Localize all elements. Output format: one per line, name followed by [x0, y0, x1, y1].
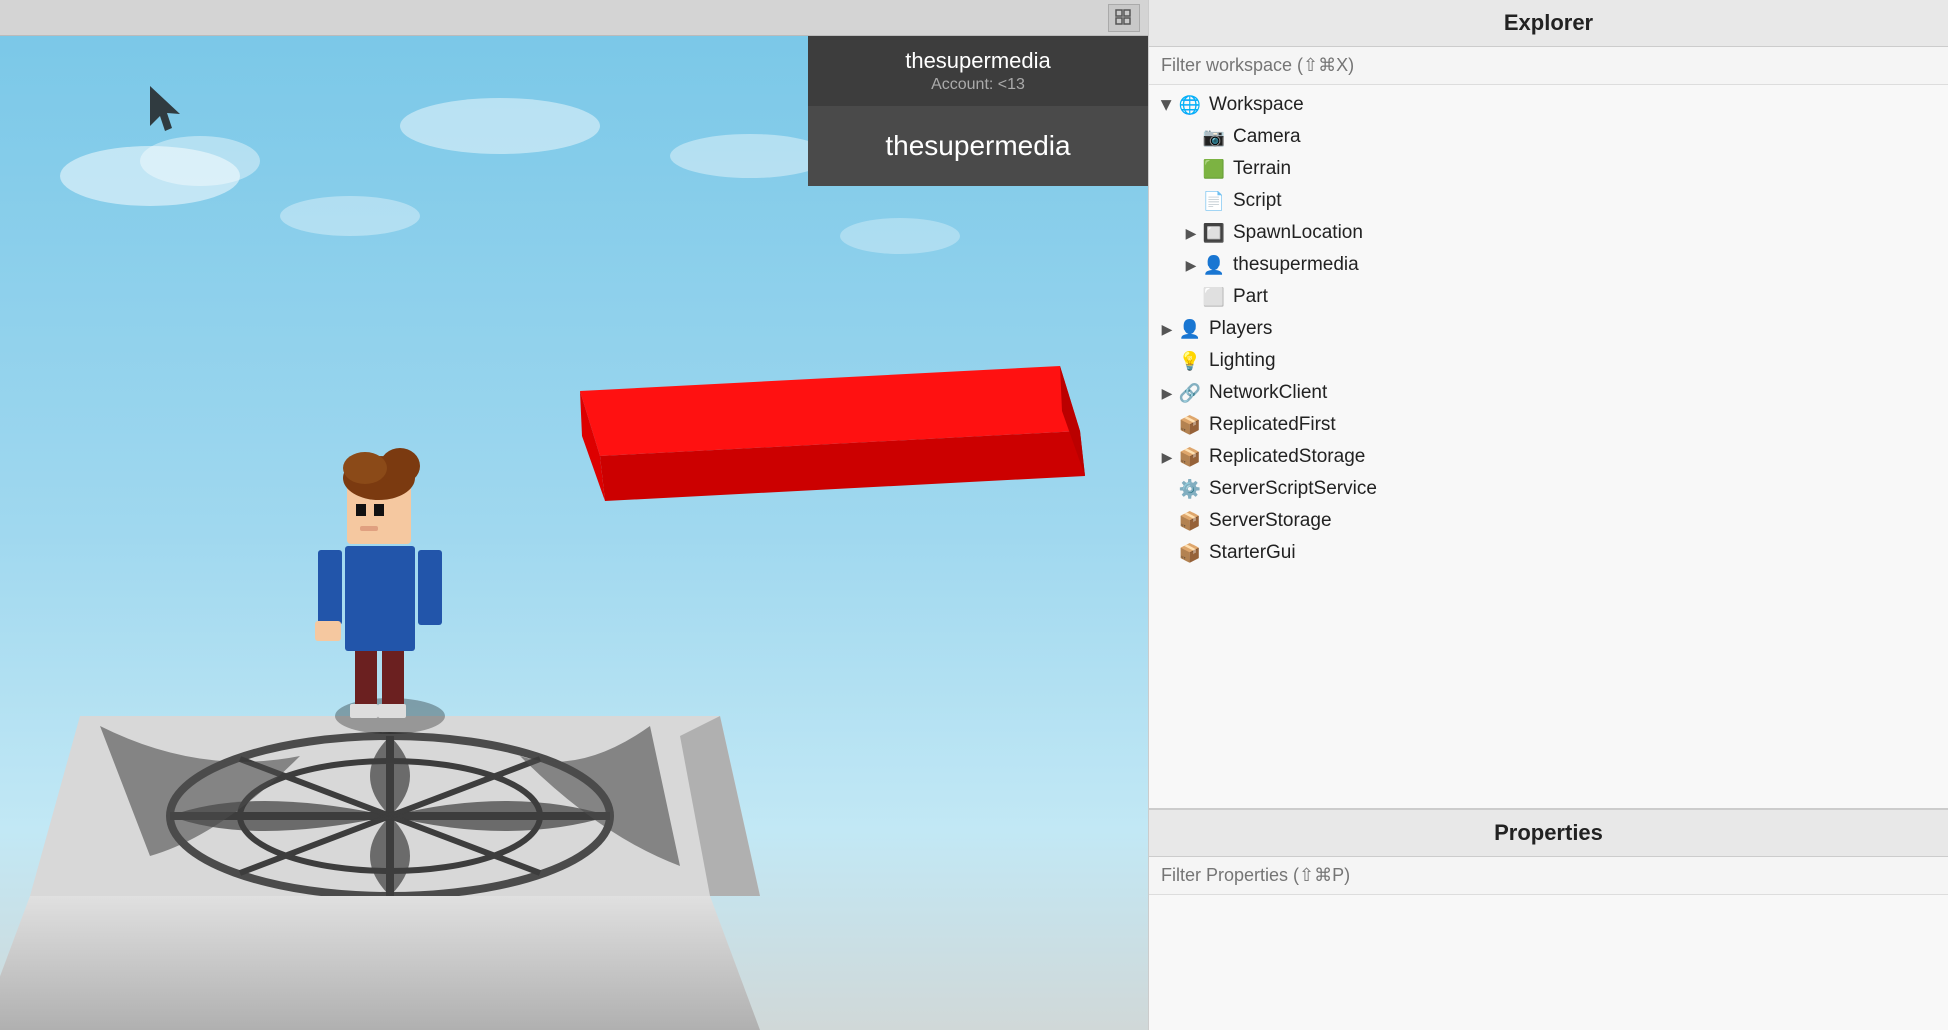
tree-label-networkclient: NetworkClient: [1209, 382, 1327, 404]
tree-icon-players: 👤: [1177, 316, 1203, 342]
filter-properties-container[interactable]: [1149, 857, 1948, 895]
tree-icon-replicatedfirst: 📦: [1177, 412, 1203, 438]
tree-icon-lighting: 💡: [1177, 348, 1203, 374]
properties-header: Properties: [1149, 810, 1948, 857]
tree-arrow-networkclient: ▶: [1157, 385, 1177, 402]
properties-body: [1149, 895, 1948, 1030]
user-popup-body: thesupermedia: [808, 106, 1148, 186]
top-bar: [0, 0, 1148, 36]
explorer-section: Explorer ▶🌐Workspace▶📷Camera▶🟩Terrain▶📄S…: [1149, 0, 1948, 810]
tree-item-workspace[interactable]: ▶🌐 Workspace: [1149, 89, 1948, 121]
tree-icon-workspace: 🌐: [1177, 92, 1203, 118]
tree-arrow-replicatedstorage: ▶: [1157, 449, 1177, 466]
tree-label-script: Script: [1233, 190, 1282, 212]
tree-icon-startergui: 📦: [1177, 540, 1203, 566]
tree-item-networkclient[interactable]: ▶🔗 NetworkClient: [1149, 377, 1948, 409]
filter-workspace-container[interactable]: [1149, 47, 1948, 85]
tree-label-terrain: Terrain: [1233, 158, 1291, 180]
tree-arrow-spawnlocation: ▶: [1181, 225, 1201, 242]
tree-icon-script: 📄: [1201, 188, 1227, 214]
user-popup: thesupermedia Account: <13 thesupermedia: [808, 36, 1148, 186]
filter-properties-input[interactable]: [1161, 865, 1936, 886]
right-panel: Explorer ▶🌐Workspace▶📷Camera▶🟩Terrain▶📄S…: [1148, 0, 1948, 1030]
tree-label-replicatedfirst: ReplicatedFirst: [1209, 414, 1336, 436]
tree-item-replicatedfirst[interactable]: ▶📦ReplicatedFirst: [1149, 409, 1948, 441]
tree-container[interactable]: ▶🌐Workspace▶📷Camera▶🟩Terrain▶📄Script▶🔲Sp…: [1149, 85, 1948, 808]
tree-label-replicatedstorage: ReplicatedStorage: [1209, 446, 1365, 468]
tree-item-serverscriptservice[interactable]: ▶⚙️ServerScriptService: [1149, 473, 1948, 505]
tree-label-players: Players: [1209, 318, 1272, 340]
tree-label-camera: Camera: [1233, 126, 1301, 148]
tree-icon-spawnlocation: 🔲: [1201, 220, 1227, 246]
tree-label-part: Part: [1233, 286, 1268, 308]
tree-icon-thesupermedia: 👤: [1201, 252, 1227, 278]
tree-item-players[interactable]: ▶👤 Players: [1149, 313, 1948, 345]
filter-workspace-input[interactable]: [1161, 55, 1936, 76]
tree-icon-camera: 📷: [1201, 124, 1227, 150]
tree-label-lighting: Lighting: [1209, 350, 1276, 372]
tree-label-spawnlocation: SpawnLocation: [1233, 222, 1363, 244]
tree-item-terrain[interactable]: ▶🟩Terrain: [1149, 153, 1948, 185]
tree-item-lighting[interactable]: ▶💡Lighting: [1149, 345, 1948, 377]
properties-section: Properties: [1149, 810, 1948, 1030]
tree-item-serverstorage[interactable]: ▶📦ServerStorage: [1149, 505, 1948, 537]
tree-icon-serverscriptservice: ⚙️: [1177, 476, 1203, 502]
tree-label-serverscriptservice: ServerScriptService: [1209, 478, 1377, 500]
tree-arrow-workspace: ▶: [1159, 95, 1176, 115]
tree-arrow-players: ▶: [1157, 321, 1177, 338]
tree-icon-part: ⬜: [1201, 284, 1227, 310]
tree-icon-networkclient: 🔗: [1177, 380, 1203, 406]
tree-item-startergui[interactable]: ▶📦StarterGui: [1149, 537, 1948, 569]
popup-account: Account: <13: [828, 76, 1128, 94]
grid-icon-button[interactable]: [1108, 4, 1140, 32]
tree-icon-replicatedstorage: 📦: [1177, 444, 1203, 470]
tree-arrow-thesupermedia: ▶: [1181, 257, 1201, 274]
tree-item-replicatedstorage[interactable]: ▶📦 ReplicatedStorage: [1149, 441, 1948, 473]
tree-label-workspace: Workspace: [1209, 94, 1304, 116]
viewport[interactable]: thesupermedia Account: <13 thesupermedia: [0, 0, 1148, 1030]
tree-item-script[interactable]: ▶📄Script: [1149, 185, 1948, 217]
tree-label-startergui: StarterGui: [1209, 542, 1296, 564]
popup-username: thesupermedia: [828, 48, 1128, 74]
tree-item-part[interactable]: ▶⬜Part: [1149, 281, 1948, 313]
tree-icon-serverstorage: 📦: [1177, 508, 1203, 534]
tree-item-spawnlocation[interactable]: ▶🔲 SpawnLocation: [1149, 217, 1948, 249]
user-popup-header: thesupermedia Account: <13: [808, 36, 1148, 106]
explorer-header: Explorer: [1149, 0, 1948, 47]
tree-label-serverstorage: ServerStorage: [1209, 510, 1332, 532]
tree-icon-terrain: 🟩: [1201, 156, 1227, 182]
tree-label-thesupermedia: thesupermedia: [1233, 254, 1359, 276]
popup-display-name: thesupermedia: [828, 130, 1128, 162]
tree-item-camera[interactable]: ▶📷Camera: [1149, 121, 1948, 153]
tree-item-thesupermedia[interactable]: ▶👤 thesupermedia: [1149, 249, 1948, 281]
